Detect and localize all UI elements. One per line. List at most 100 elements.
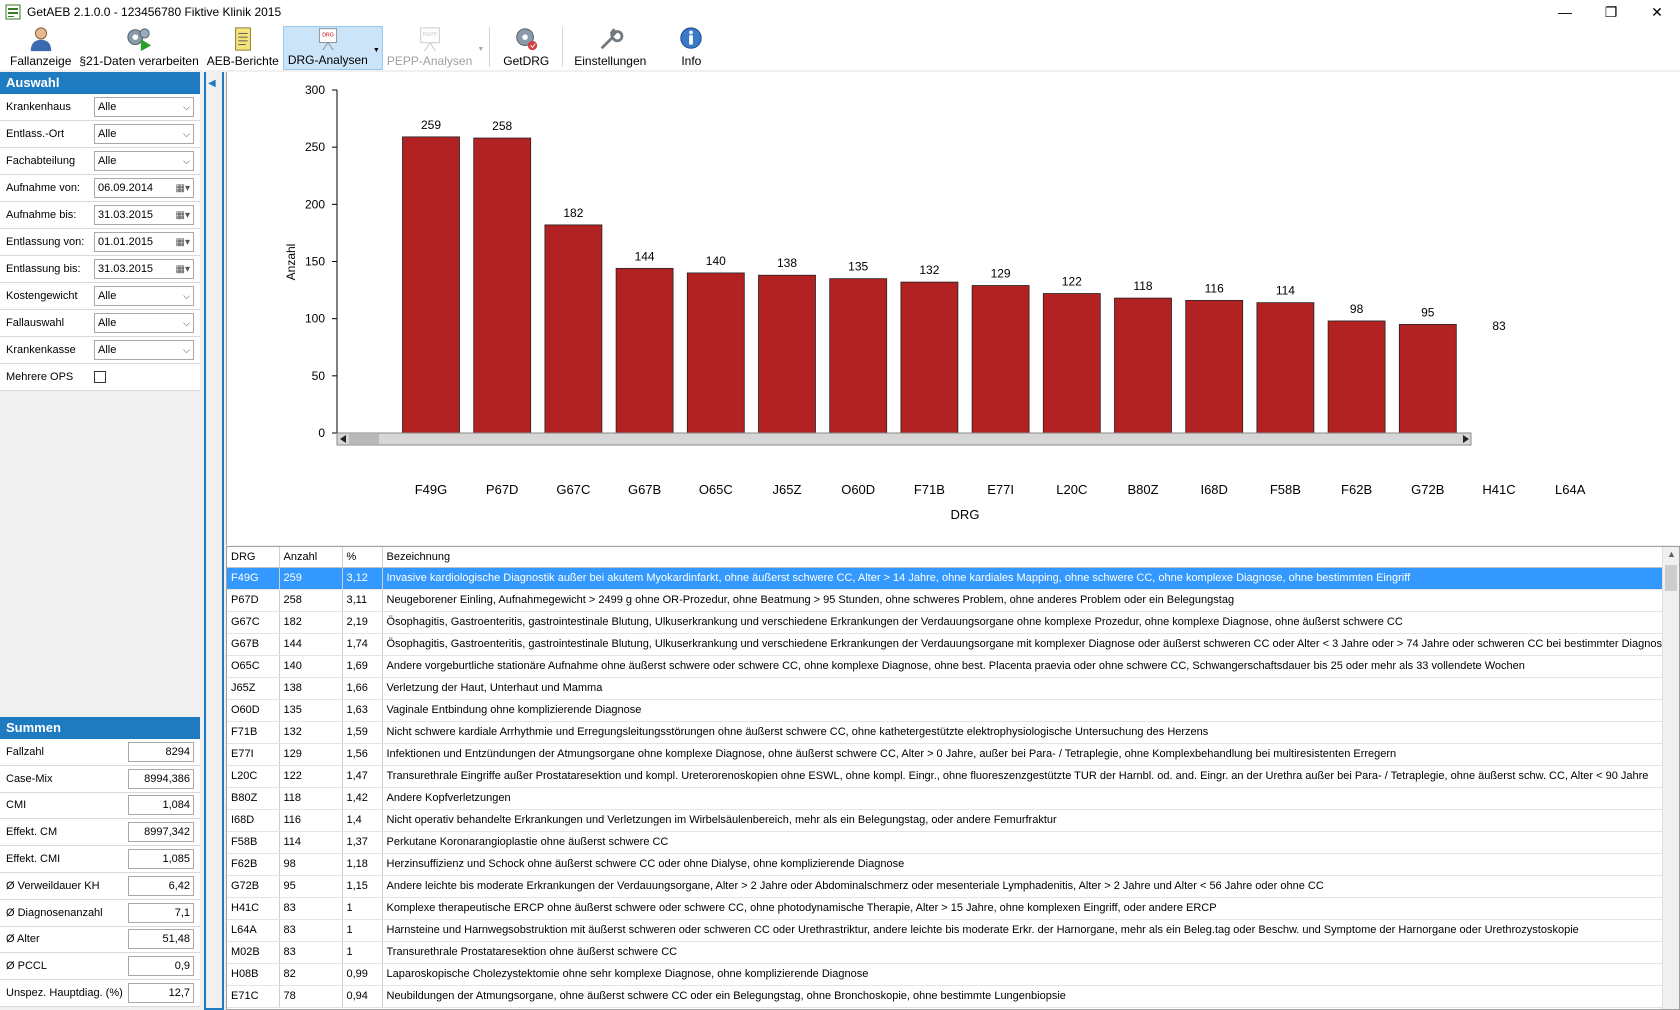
collapse-arrow-icon[interactable]: ◀	[208, 78, 216, 89]
table-row[interactable]: B80Z 118 1,42 Andere Kopfverletzungen	[227, 787, 1664, 810]
minimize-button[interactable]: —	[1542, 0, 1588, 24]
table-row[interactable]: G72B 95 1,15 Andere leichte bis moderate Er…	[227, 875, 1664, 898]
cell-drg: L20C	[227, 765, 280, 788]
auswahl-header: Auswahl	[0, 72, 200, 94]
filter-value: Alle	[98, 344, 117, 356]
cell-anzahl: 83	[279, 897, 343, 920]
filter-select[interactable]: Alle ⌵	[94, 151, 194, 171]
daten-verarbeiten-button[interactable]: §21-Daten verarbeiten	[75, 26, 202, 70]
einstellungen-button[interactable]: Einstellungen	[570, 26, 650, 70]
table-row[interactable]: G67B 144 1,74 Ösophagitis, Gastroenteritis,…	[227, 633, 1664, 656]
filter-select[interactable]: Alle ⌵	[94, 340, 194, 360]
chevron-down-icon[interactable]: ⌵	[183, 156, 190, 167]
bar-G72B[interactable]	[1398, 323, 1457, 434]
bar-F71B[interactable]	[900, 281, 959, 434]
cell-anzahl: 98	[279, 853, 343, 876]
bar-E77I[interactable]	[971, 285, 1030, 434]
table-row[interactable]: L20C 122 1,47 Transurethrale Eingriffe auße…	[227, 765, 1664, 788]
chevron-down-icon[interactable]: ⌵	[183, 291, 190, 302]
table-row[interactable]: E71C 78 0,94 Neubildungen der Atmungsorgane…	[227, 985, 1664, 1008]
date-picker[interactable]: 31.03.2015 ▦▾	[94, 259, 194, 279]
filter-select[interactable]: Alle ⌵	[94, 124, 194, 144]
bar-G67B[interactable]	[615, 267, 674, 434]
splitter-bar[interactable]	[204, 72, 224, 1010]
calendar-dropdown-icon[interactable]: ▦▾	[176, 183, 190, 194]
summen-label: CMI	[6, 799, 27, 812]
cell-anzahl: 138	[279, 677, 343, 700]
chevron-down-icon[interactable]: ⌵	[183, 318, 190, 329]
table-row[interactable]: P67D 258 3,11 Neugeborener Einling, Aufnahm…	[227, 589, 1664, 612]
bar-G67C[interactable]	[544, 224, 603, 434]
filter-select[interactable]: Alle ⌵	[94, 313, 194, 333]
bar-L20C[interactable]	[1042, 293, 1101, 434]
chevron-down-icon[interactable]: ⌵	[183, 129, 190, 140]
einstellungen-label: Einstellungen	[574, 54, 647, 68]
column-header-drg[interactable]: DRG	[227, 547, 280, 568]
chart-hscrollbar[interactable]	[336, 432, 1472, 446]
table-row[interactable]: O60D 135 1,63 Vaginale Entbindung ohne komp…	[227, 699, 1664, 722]
table-row[interactable]: F71B 132 1,59 Nicht schwere kardiale Arrhyt…	[227, 721, 1664, 744]
bar-F62B[interactable]	[1327, 320, 1386, 434]
cell-drg: G67C	[227, 611, 280, 634]
maximize-button[interactable]: ❐	[1588, 0, 1634, 24]
table-row[interactable]: E77I 129 1,56 Infektionen und Entzündungen …	[227, 743, 1664, 766]
getdrg-button[interactable]: GetDRG	[499, 26, 553, 70]
drg-dropdown-icon[interactable]: ▼	[373, 47, 380, 54]
table-row[interactable]: F62B 98 1,18 Herzinsuffizienz und Schock oh…	[227, 853, 1664, 876]
table-row[interactable]: I68D 116 1,4 Nicht operativ behandelte Erkr…	[227, 809, 1664, 832]
aeb-berichte-button[interactable]: AEB-Berichte	[203, 26, 283, 70]
column-header-percent[interactable]: %	[342, 547, 383, 568]
info-button[interactable]: Info	[672, 26, 710, 70]
filter-row: Krankenhaus Alle ⌵	[0, 94, 200, 121]
y-tick-label: 100	[305, 312, 325, 326]
bar-P67D[interactable]	[473, 137, 532, 434]
filter-select[interactable]: Alle ⌵	[94, 286, 194, 306]
close-button[interactable]: ✕	[1634, 0, 1680, 24]
filter-row: Fachabteilung Alle ⌵	[0, 148, 200, 175]
mehrere-ops-label: Mehrere OPS	[6, 371, 74, 383]
table-row[interactable]: F49G 259 3,12 Invasive kardiologische Diagn…	[227, 567, 1664, 590]
chevron-down-icon[interactable]: ⌵	[183, 102, 190, 113]
cell-percent: 1,59	[342, 721, 383, 744]
pepp-dropdown-icon[interactable]: ▼	[477, 46, 484, 53]
summen-row: Ø Diagnosenanzahl 7,1	[0, 899, 200, 927]
bar-B80Z[interactable]	[1114, 297, 1172, 434]
chart-scroll-thumb[interactable]	[349, 434, 379, 444]
table-row[interactable]: M02B 83 1 Transurethrale Prostataresektion …	[227, 941, 1664, 964]
column-header-bezeichnung[interactable]: Bezeichnung	[382, 547, 1664, 568]
bar-O65C[interactable]	[686, 272, 745, 434]
date-picker[interactable]: 31.03.2015 ▦▾	[94, 205, 194, 225]
date-picker[interactable]: 06.09.2014 ▦▾	[94, 178, 194, 198]
drg-analysen-button[interactable]: DRG DRG-Analysen ▼	[282, 26, 383, 70]
calendar-dropdown-icon[interactable]: ▦▾	[176, 210, 190, 221]
filter-select[interactable]: Alle ⌵	[94, 97, 194, 117]
summen-value: 1,085	[128, 849, 194, 870]
bar-O60D[interactable]	[829, 278, 888, 434]
table-row[interactable]: O65C 140 1,69 Andere vorgeburtliche station…	[227, 655, 1664, 678]
date-picker[interactable]: 01.01.2015 ▦▾	[94, 232, 194, 252]
table-row[interactable]: J65Z 138 1,66 Verletzung der Haut, Unterhau…	[227, 677, 1664, 700]
cell-anzahl: 83	[279, 919, 343, 942]
mehrere-ops-checkbox[interactable]	[94, 371, 106, 383]
bar-F49G[interactable]	[402, 136, 460, 434]
table-row[interactable]: H08B 82 0,99 Laparoskopische Cholezystektom…	[227, 963, 1664, 986]
bar-I68D[interactable]	[1185, 299, 1244, 434]
table-row[interactable]: L64A 83 1 Harnsteine und Harnwegsobstruktio…	[227, 919, 1664, 942]
table-row[interactable]: G67C 182 2,19 Ösophagitis, Gastroenteritis,…	[227, 611, 1664, 634]
cell-anzahl: 132	[279, 721, 343, 744]
chevron-down-icon[interactable]: ⌵	[183, 345, 190, 356]
pepp-analysen-button[interactable]: PEPP PEPP-Analysen ▼	[383, 26, 486, 70]
scrollbar-thumb[interactable]	[1665, 565, 1677, 591]
fallanzeige-button[interactable]: Fallanzeige	[6, 26, 75, 70]
column-header-anzahl[interactable]: Anzahl	[279, 547, 343, 568]
table-row[interactable]: H41C 83 1 Komplexe therapeutische ERCP ohne…	[227, 897, 1664, 920]
calendar-dropdown-icon[interactable]: ▦▾	[176, 264, 190, 275]
bar-F58B[interactable]	[1256, 302, 1315, 434]
bar-J65Z[interactable]	[758, 274, 816, 434]
calendar-dropdown-icon[interactable]: ▦▾	[176, 237, 190, 248]
table-row[interactable]: F58B 114 1,37 Perkutane Koronarangioplastie…	[227, 831, 1664, 854]
summen-label: Effekt. CMI	[6, 853, 61, 866]
scroll-up-icon[interactable]: ▲	[1667, 549, 1676, 559]
panel-splitter[interactable]: ◀	[200, 72, 226, 1010]
table-scrollbar[interactable]: ▲	[1662, 547, 1679, 1009]
